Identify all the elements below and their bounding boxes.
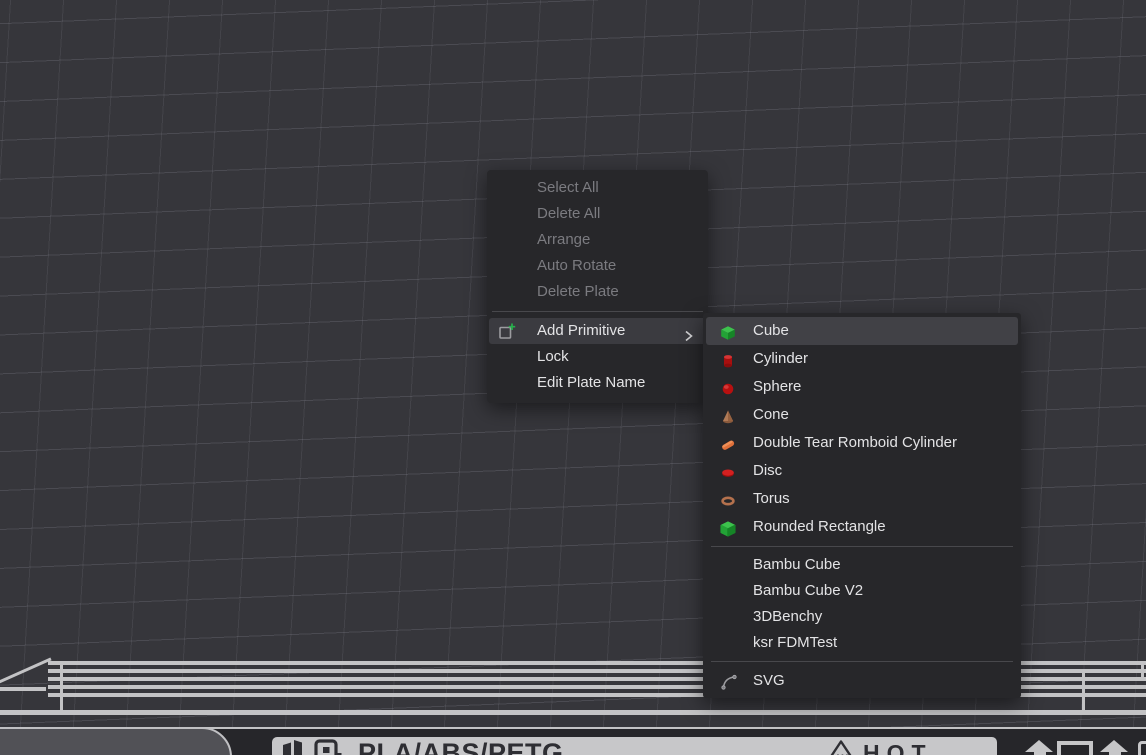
menu-item-select-all: Select All — [489, 175, 706, 201]
submenu-item-label: Torus — [753, 490, 790, 507]
submenu-item-label: Rounded Rectangle — [753, 518, 886, 535]
submenu-item-bambu-cube[interactable]: Bambu Cube — [706, 552, 1018, 578]
submenu-item-label: Sphere — [753, 378, 801, 395]
plate-insert-arrow-icon — [1025, 740, 1053, 752]
menu-item-arrange: Arrange — [489, 227, 706, 253]
cone-icon — [720, 407, 736, 423]
submenu-item-torus[interactable]: Torus — [706, 485, 1018, 513]
submenu-item-label: Bambu Cube V2 — [753, 582, 863, 599]
add-primitive-icon — [498, 322, 516, 340]
submenu-item-3dbenchy[interactable]: 3DBenchy — [706, 604, 1018, 630]
plate-label-strip: PLA/ABS/PETG HOT — [272, 737, 997, 755]
plate-corner-mark — [1138, 741, 1146, 755]
plate-insert-arrow-icon — [1100, 740, 1128, 752]
menu-separator — [492, 311, 703, 312]
menu-item-label: Add Primitive — [537, 322, 625, 339]
submenu-item-double-tear-romboid-cylinder[interactable]: Double Tear Romboid Cylinder — [706, 429, 1018, 457]
submenu-item-cylinder[interactable]: Cylinder — [706, 345, 1018, 373]
submenu-item-label: Cone — [753, 406, 789, 423]
submenu-item-disc[interactable]: Disc — [706, 457, 1018, 485]
plate-excess-chute — [0, 727, 232, 755]
submenu-item-label: Disc — [753, 462, 782, 479]
menu-item-delete-plate: Delete Plate — [489, 279, 706, 305]
submenu-item-label: Cylinder — [753, 350, 808, 367]
menu-item-add-primitive[interactable]: Add Primitive — [489, 318, 706, 344]
plate-edge-mark — [1141, 665, 1144, 681]
submenu-item-label: ksr FDMTest — [753, 634, 837, 651]
rounded-rectangle-icon — [720, 519, 736, 535]
menu-item-label: Lock — [537, 348, 569, 365]
bambu-logo-icon — [281, 739, 305, 755]
menu-item-auto-rotate: Auto Rotate — [489, 253, 706, 279]
plate-surface-label: PLA/ABS/PETG — [358, 737, 564, 755]
menu-item-label: Delete Plate — [537, 283, 619, 300]
cylinder-icon — [720, 351, 736, 367]
double-tear-romboid-cylinder-icon — [720, 435, 736, 451]
hot-surface-warning-icon — [824, 739, 858, 755]
disc-icon — [720, 463, 736, 479]
menu-item-label: Delete All — [537, 205, 600, 222]
submenu-item-rounded-rectangle[interactable]: Rounded Rectangle — [706, 513, 1018, 541]
submenu-item-cone[interactable]: Cone — [706, 401, 1018, 429]
qr-code-icon — [314, 739, 342, 755]
torus-icon — [720, 491, 736, 507]
submenu-item-label: SVG — [753, 672, 785, 689]
menu-item-label: Select All — [537, 179, 599, 196]
hot-label: HOT — [863, 738, 933, 755]
chevron-right-icon — [684, 325, 694, 337]
sphere-icon — [720, 379, 736, 395]
submenu-item-svg[interactable]: SVG — [706, 667, 1018, 695]
menu-separator — [711, 546, 1013, 547]
menu-item-label: Edit Plate Name — [537, 374, 645, 391]
menu-separator — [711, 661, 1013, 662]
submenu-item-label: Bambu Cube — [753, 556, 841, 573]
submenu-item-bambu-cube-v2[interactable]: Bambu Cube V2 — [706, 578, 1018, 604]
menu-item-edit-plate-name[interactable]: Edit Plate Name — [489, 370, 706, 396]
submenu-item-label: Cube — [753, 322, 789, 339]
plate-context-menu: Select All Delete All Arrange Auto Rotat… — [487, 170, 708, 403]
plate-front-rail — [0, 710, 1146, 715]
submenu-item-ksr-fdmtest[interactable]: ksr FDMTest — [706, 630, 1018, 656]
plate-edge-corner-line — [60, 661, 63, 715]
submenu-item-cube[interactable]: Cube — [706, 317, 1018, 345]
submenu-item-label: Double Tear Romboid Cylinder — [753, 434, 957, 451]
plate-slot-mark — [1057, 741, 1093, 755]
menu-item-label: Auto Rotate — [537, 257, 616, 274]
submenu-item-label: 3DBenchy — [753, 608, 822, 625]
submenu-item-sphere[interactable]: Sphere — [706, 373, 1018, 401]
add-primitive-submenu: Cube Cylinder Sphere Co — [703, 313, 1021, 698]
cube-icon — [720, 323, 736, 339]
menu-item-label: Arrange — [537, 231, 590, 248]
plate-edge-bar — [0, 687, 46, 691]
plate-edge-corner-line — [1082, 672, 1085, 714]
menu-item-lock[interactable]: Lock — [489, 344, 706, 370]
menu-item-delete-all: Delete All — [489, 201, 706, 227]
svg-curve-icon — [720, 673, 736, 689]
